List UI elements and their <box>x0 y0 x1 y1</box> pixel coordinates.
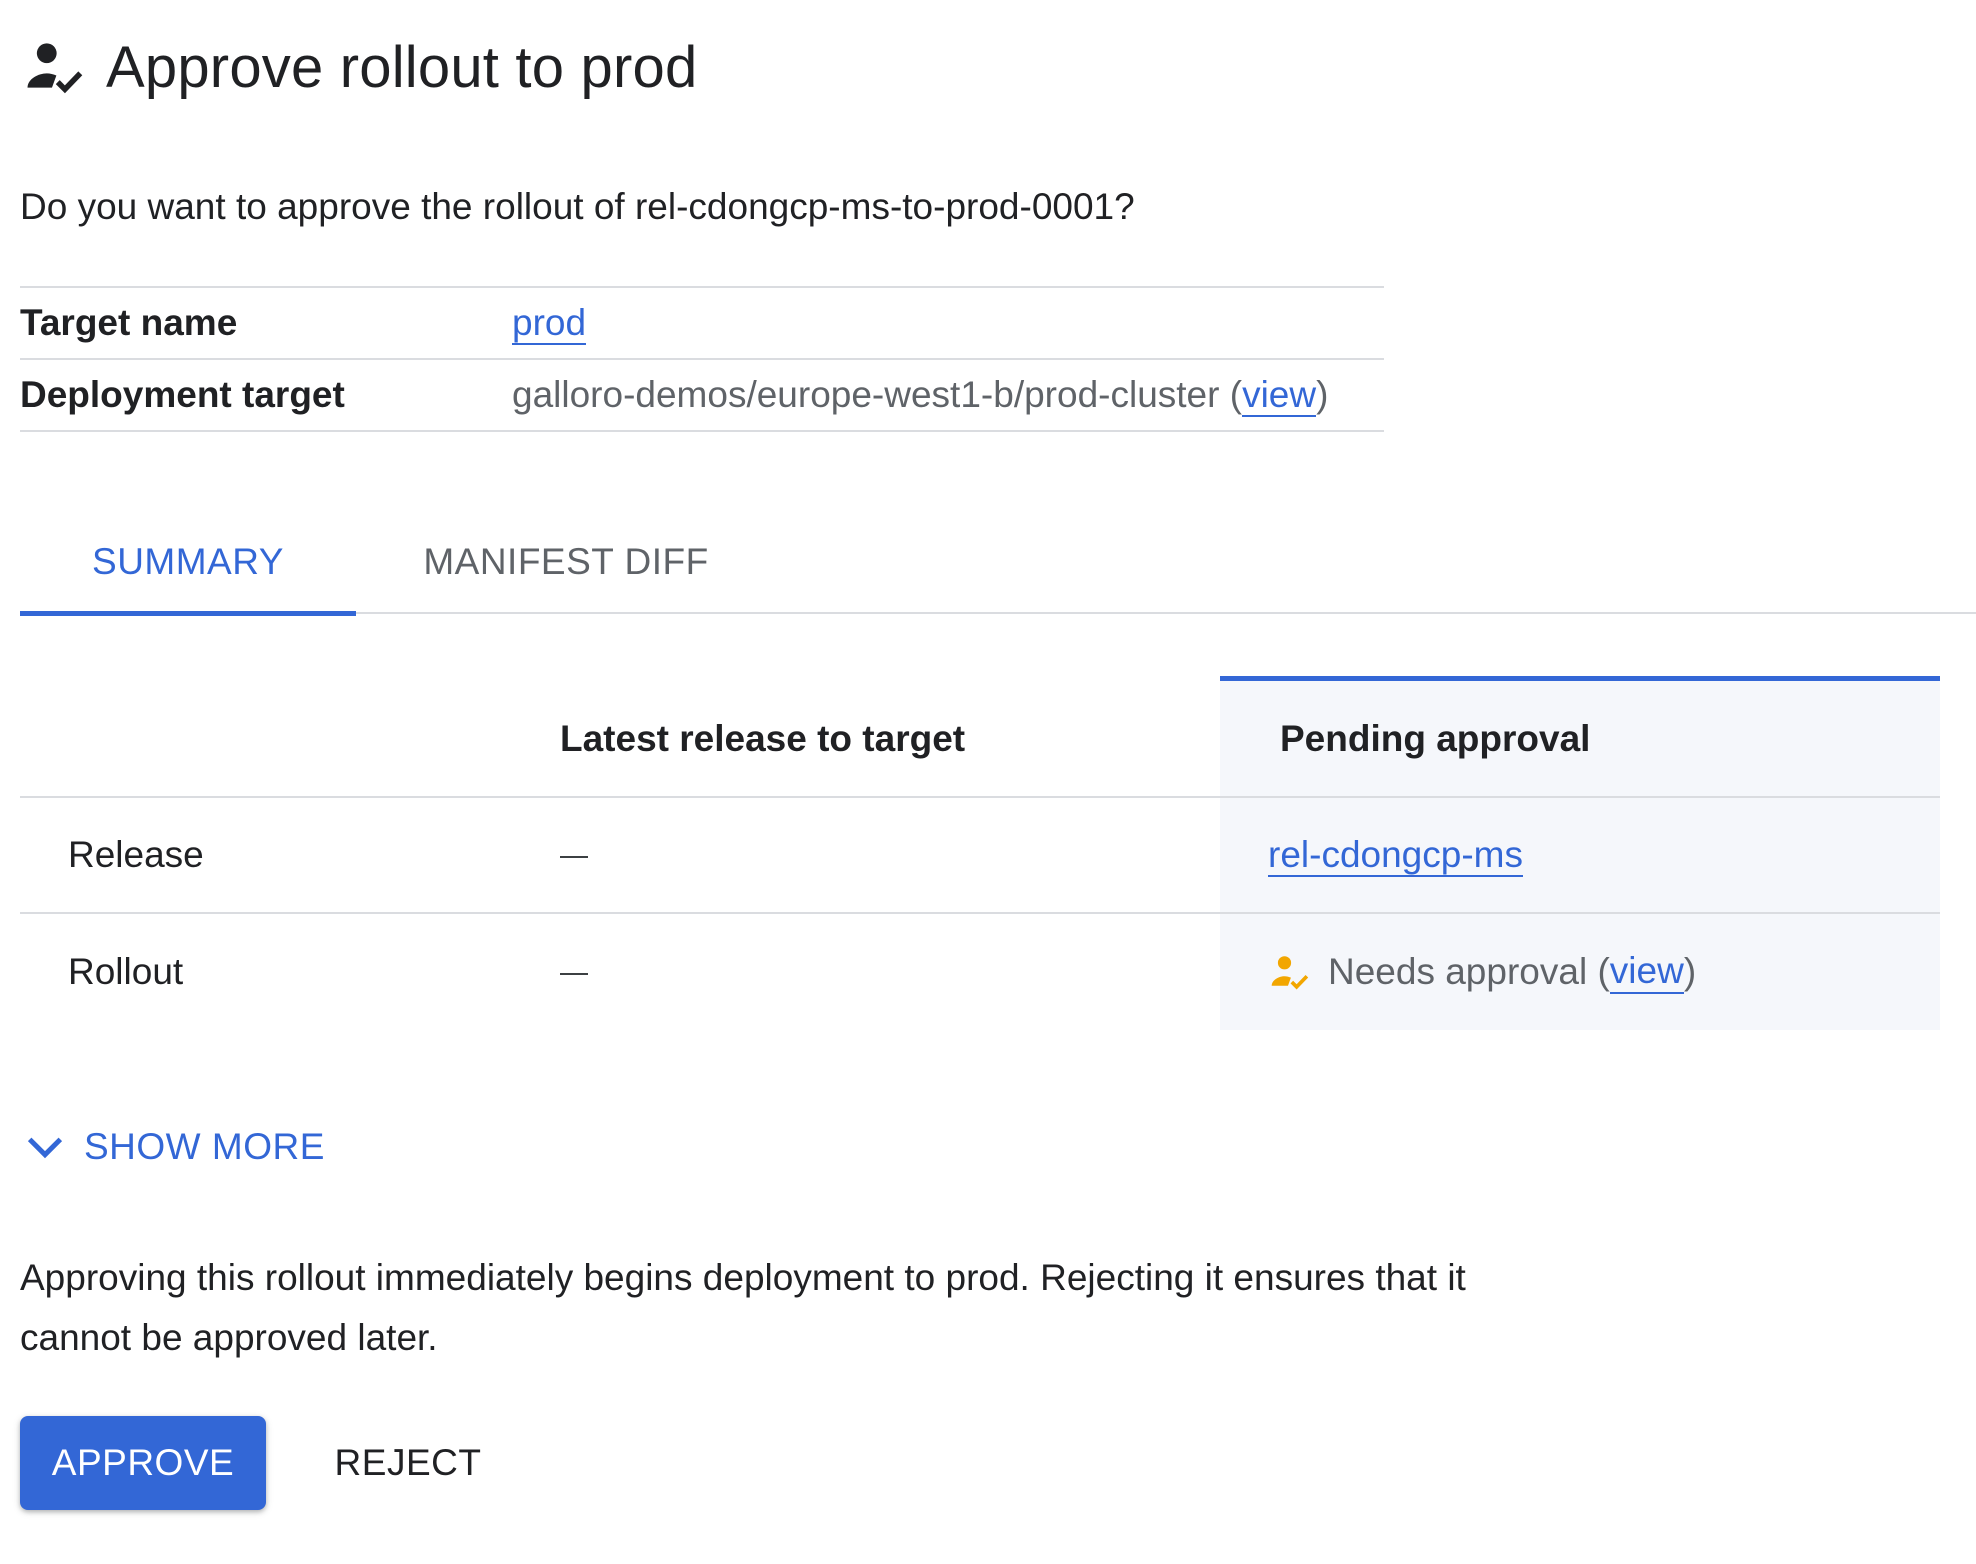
comparison-header-row: Latest release to target Pending approva… <box>20 676 1940 798</box>
open-paren: ( <box>1597 951 1610 992</box>
approve-rollout-dialog: Approve rollout to prod Do you want to a… <box>0 0 1976 1564</box>
close-paren: ) <box>1683 951 1697 992</box>
close-paren: ) <box>1316 374 1329 415</box>
deployment-target-view-link[interactable]: view <box>1242 374 1317 417</box>
target-name-label: Target name <box>20 302 238 343</box>
approve-button[interactable]: APPROVE <box>20 1416 266 1510</box>
chevron-down-icon <box>27 1137 63 1159</box>
rollout-row: Rollout Needs approval (view) <box>20 914 1940 1030</box>
deployment-target-path: galloro-demos/europe-west1-b/prod-cluste… <box>512 374 1220 415</box>
latest-release-value <box>560 834 1220 876</box>
deployment-target-value: galloro-demos/europe-west1-b/prod-cluste… <box>512 374 1329 417</box>
latest-release-header: Latest release to target <box>560 718 966 759</box>
target-name-link[interactable]: prod <box>512 302 587 345</box>
target-name-row: Target name prod <box>20 288 1384 360</box>
needs-approval-icon <box>1271 956 1309 990</box>
tab-manifest-diff[interactable]: MANIFEST DIFF <box>356 510 776 614</box>
target-info-table: Target name prod Deployment target gallo… <box>20 286 1384 432</box>
deployment-target-row: Deployment target galloro-demos/europe-w… <box>20 360 1384 432</box>
empty-dash <box>560 856 588 859</box>
tab-bar: SUMMARY MANIFEST DIFF <box>20 510 1976 616</box>
rollout-view-link[interactable]: view <box>1609 950 1684 994</box>
approval-description: Approving this rollout immediately begin… <box>20 1248 1640 1368</box>
pending-rollout-cell: Needs approval (view) <box>1220 950 1940 994</box>
latest-rollout-value <box>560 951 1220 993</box>
pending-approval-header: Pending approval <box>1280 718 1591 759</box>
dialog-header: Approve rollout to prod <box>22 28 697 106</box>
comparison-table: Latest release to target Pending approva… <box>20 676 1940 1030</box>
approval-question: Do you want to approve the rollout of re… <box>20 186 1135 227</box>
tab-summary[interactable]: SUMMARY <box>20 510 356 616</box>
release-label: Release <box>68 834 204 875</box>
description-line-2: cannot be approved later. <box>20 1317 438 1358</box>
description-line-1: Approving this rollout immediately begin… <box>20 1257 1466 1298</box>
show-more-toggle[interactable]: SHOW MORE <box>22 1124 325 1170</box>
page-title: Approve rollout to prod <box>106 34 698 100</box>
show-more-label: SHOW MORE <box>84 1126 325 1167</box>
deployment-target-label: Deployment target <box>20 374 345 415</box>
empty-dash <box>560 973 588 976</box>
pending-release-cell: rel-cdongcp-ms <box>1220 834 1940 877</box>
approval-person-check-icon <box>27 43 83 94</box>
rollout-status-text: Needs approval <box>1328 951 1588 992</box>
rollout-label: Rollout <box>68 951 184 992</box>
reject-button[interactable]: REJECT <box>318 1416 498 1510</box>
open-paren: ( <box>1229 374 1243 415</box>
pending-release-link[interactable]: rel-cdongcp-ms <box>1268 834 1523 877</box>
rollout-status: Needs approval (view) <box>1268 950 1940 994</box>
release-row: Release rel-cdongcp-ms <box>20 798 1940 914</box>
